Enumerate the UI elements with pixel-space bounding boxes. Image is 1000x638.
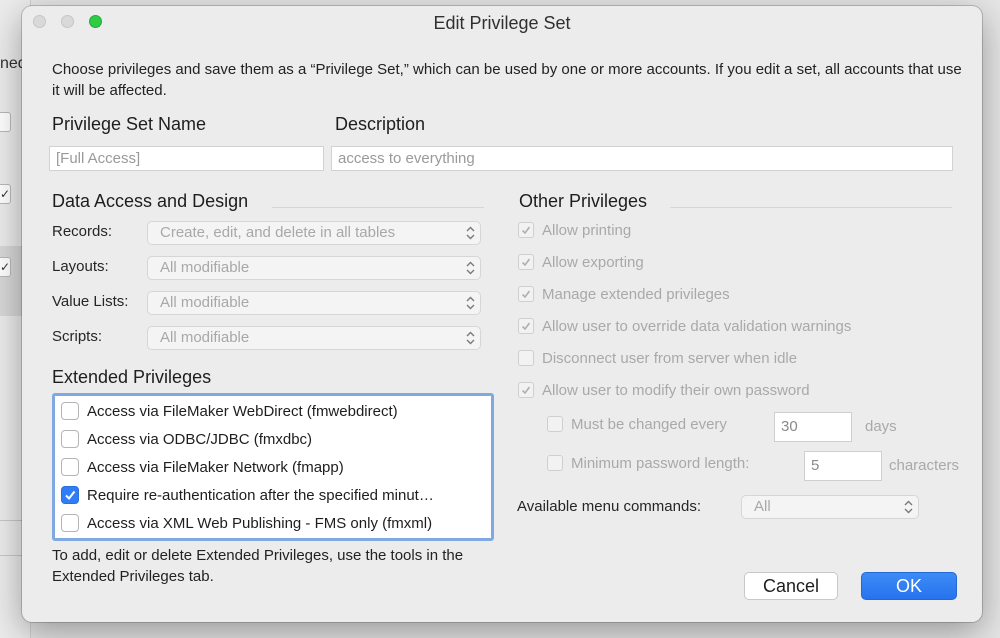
records-popup-value: Create, edit, and delete in all tables (160, 224, 396, 241)
extended-privilege-item[interactable]: Access via ODBC/JDBC (fmxdbc) (61, 429, 312, 451)
other-privileges-heading: Other Privileges (519, 191, 648, 211)
description-label: Description (335, 114, 426, 134)
menu-commands-popup-value: All (754, 498, 771, 515)
checkbox-checked-disabled[interactable] (518, 254, 534, 271)
min-length-option[interactable]: Minimum password length: (547, 453, 749, 475)
days-unit-label: days (865, 418, 897, 435)
titlebar: Edit Privilege Set (22, 6, 982, 38)
checkbox-unchecked[interactable] (61, 514, 79, 533)
privilege-set-name-field[interactable]: [Full Access] (49, 146, 324, 171)
data-access-heading: Data Access and Design (52, 191, 249, 211)
section-divider (272, 207, 484, 208)
layouts-popup[interactable]: All modifiable (147, 256, 481, 280)
extended-privilege-item[interactable]: Access via FileMaker Network (fmapp) (61, 457, 344, 479)
updown-chevron-icon (466, 292, 475, 310)
min-length-label: Minimum password length: (571, 455, 750, 472)
menu-commands-popup[interactable]: All (741, 495, 919, 519)
description-field[interactable]: access to everything (331, 146, 953, 171)
available-menu-commands-label: Available menu commands: (517, 498, 701, 515)
privilege-label: Allow user to override data validation w… (542, 318, 852, 335)
checkbox-unchecked[interactable] (61, 402, 79, 421)
scripts-label: Scripts: (52, 328, 103, 345)
allow-exporting-option[interactable]: Allow exporting (518, 252, 644, 274)
updown-chevron-icon (904, 496, 913, 514)
extended-privilege-item[interactable]: Require re-authentication after the spec… (61, 485, 434, 507)
intro-text: Choose privileges and save them as a “Pr… (52, 61, 962, 99)
records-popup[interactable]: Create, edit, and delete in all tables (147, 221, 481, 245)
checkmark-icon (521, 386, 531, 395)
must-change-option[interactable]: Must be changed every (547, 414, 727, 436)
extended-privilege-label: Access via XML Web Publishing - FMS only… (87, 515, 433, 532)
privilege-label: Manage extended privileges (542, 286, 730, 303)
characters-unit-label: characters (889, 457, 960, 474)
extended-privilege-label: Access via FileMaker Network (fmapp) (87, 459, 344, 476)
extended-privilege-label: Access via FileMaker WebDirect (fmwebdir… (87, 403, 398, 420)
checkbox-unchecked[interactable] (61, 458, 79, 477)
value-lists-popup-value: All modifiable (160, 294, 250, 311)
layouts-popup-value: All modifiable (160, 259, 250, 276)
min-length-field[interactable]: 5 (804, 451, 882, 481)
extended-privilege-item[interactable]: Access via XML Web Publishing - FMS only… (61, 513, 432, 535)
override-validation-option[interactable]: Allow user to override data validation w… (518, 316, 851, 338)
background-divider (0, 555, 22, 556)
extended-privileges-heading: Extended Privileges (52, 367, 212, 387)
disconnect-idle-option[interactable]: Disconnect user from server when idle (518, 348, 797, 370)
updown-chevron-icon (466, 222, 475, 240)
manage-extended-privileges-option[interactable]: Manage extended privileges (518, 284, 730, 306)
extended-privileges-list: Access via FileMaker WebDirect (fmwebdir… (52, 393, 494, 541)
section-divider (670, 207, 952, 208)
allow-printing-option[interactable]: Allow printing (518, 220, 631, 242)
privilege-label: Allow printing (542, 222, 632, 239)
checkmark-icon (521, 290, 531, 299)
checkbox-unchecked[interactable] (61, 430, 79, 449)
privilege-set-name-label: Privilege Set Name (52, 114, 207, 134)
extended-privilege-item[interactable]: Access via FileMaker WebDirect (fmwebdir… (61, 401, 398, 423)
checkmark-icon (65, 490, 76, 501)
checkmark-icon (521, 226, 531, 235)
extended-privileges-help: To add, edit or delete Extended Privileg… (52, 547, 464, 585)
value-lists-label: Value Lists: (52, 293, 129, 310)
updown-chevron-icon (466, 257, 475, 275)
dialog-title: Edit Privilege Set (433, 13, 571, 33)
layouts-label: Layouts: (52, 258, 109, 275)
privilege-label: Allow exporting (542, 254, 644, 271)
edit-privilege-set-dialog: Edit Privilege Set Choose privileges and… (22, 6, 982, 622)
extended-privilege-label: Require re-authentication after the spec… (87, 487, 434, 504)
updown-chevron-icon (466, 327, 475, 345)
checkmark-icon (521, 258, 531, 267)
extended-privilege-label: Access via ODBC/JDBC (fmxdbc) (87, 431, 313, 448)
scripts-popup[interactable]: All modifiable (147, 326, 481, 350)
records-label: Records: (52, 223, 113, 240)
checkbox-unchecked-disabled[interactable] (547, 455, 563, 472)
checkbox-checked-disabled[interactable] (518, 222, 534, 239)
must-change-days-field[interactable]: 30 (774, 412, 852, 442)
background-checkbox[interactable] (0, 112, 11, 132)
scripts-popup-value: All modifiable (160, 329, 250, 346)
background-checkbox[interactable]: ✓ (0, 184, 11, 204)
cancel-button[interactable]: Cancel (744, 572, 838, 600)
must-change-label: Must be changed every (571, 416, 727, 433)
checkbox-checked-disabled[interactable] (518, 318, 534, 335)
checkbox-checked[interactable] (61, 486, 79, 505)
value-lists-popup[interactable]: All modifiable (147, 291, 481, 315)
privilege-label: Disconnect user from server when idle (542, 350, 798, 367)
ok-button[interactable]: OK (861, 572, 957, 600)
checkbox-unchecked-disabled[interactable] (518, 350, 534, 367)
background-checkbox[interactable]: ✓ (0, 257, 11, 277)
privilege-label: Allow user to modify their own password (542, 382, 810, 399)
checkmark-icon (521, 322, 531, 331)
checkbox-checked-disabled[interactable] (518, 382, 534, 399)
checkbox-checked-disabled[interactable] (518, 286, 534, 303)
background-divider (0, 520, 22, 521)
checkbox-unchecked-disabled[interactable] (547, 416, 563, 433)
modify-password-option[interactable]: Allow user to modify their own password (518, 380, 810, 402)
